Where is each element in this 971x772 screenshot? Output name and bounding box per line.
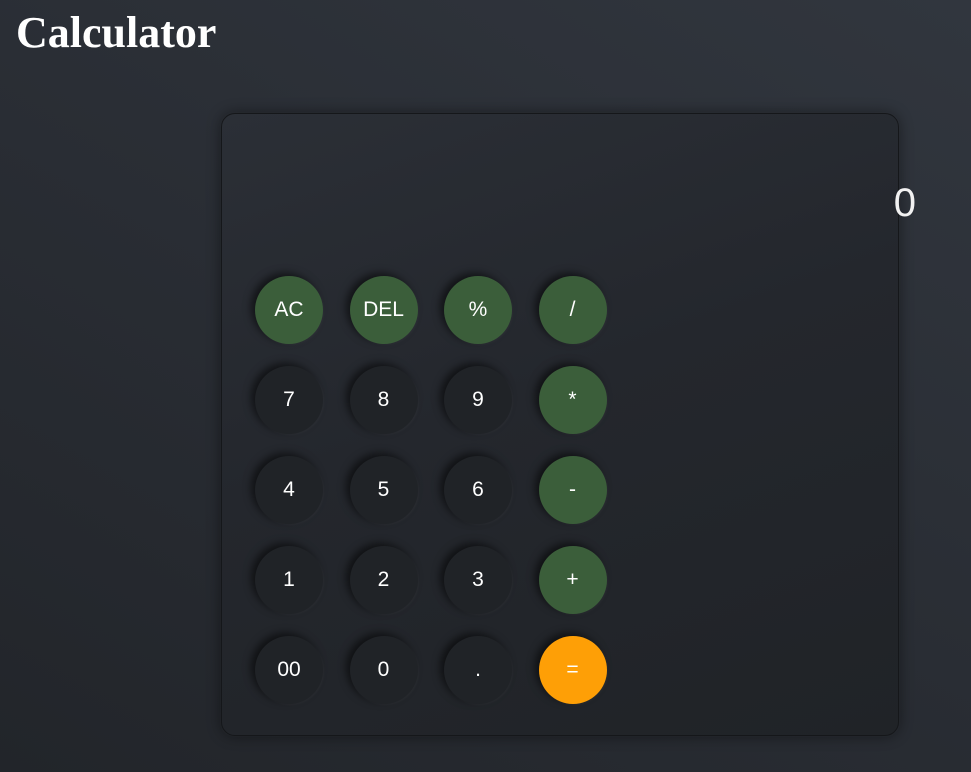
digit-7-button[interactable]: 7 [255, 366, 323, 434]
digit-2-button[interactable]: 2 [349, 546, 418, 614]
equals-button[interactable]: = [538, 636, 607, 704]
calculator-panel: 0 AC DEL % / 7 8 9 * 4 5 6 - 1 2 3 + 00 … [221, 113, 916, 736]
calculator-display: 0 [893, 181, 916, 225]
add-button[interactable]: + [538, 546, 607, 614]
digit-8-button[interactable]: 8 [349, 366, 418, 434]
digit-0-button[interactable]: 0 [349, 636, 418, 704]
keypad: AC DEL % / 7 8 9 * 4 5 6 - 1 2 3 + 00 0 … [255, 276, 607, 704]
multiply-button[interactable]: * [538, 366, 607, 434]
digit-4-button[interactable]: 4 [255, 456, 323, 524]
digit-9-button[interactable]: 9 [444, 366, 512, 434]
decimal-point-button[interactable]: . [444, 636, 512, 704]
digit-6-button[interactable]: 6 [444, 456, 512, 524]
all-clear-button[interactable]: AC [255, 276, 323, 344]
subtract-button[interactable]: - [538, 456, 607, 524]
digit-3-button[interactable]: 3 [444, 546, 512, 614]
percent-button[interactable]: % [444, 276, 512, 344]
double-zero-button[interactable]: 00 [255, 636, 323, 704]
digit-1-button[interactable]: 1 [255, 546, 323, 614]
digit-5-button[interactable]: 5 [349, 456, 418, 524]
divide-button[interactable]: / [538, 276, 607, 344]
delete-button[interactable]: DEL [349, 276, 418, 344]
page-title: Calculator [16, 8, 217, 57]
